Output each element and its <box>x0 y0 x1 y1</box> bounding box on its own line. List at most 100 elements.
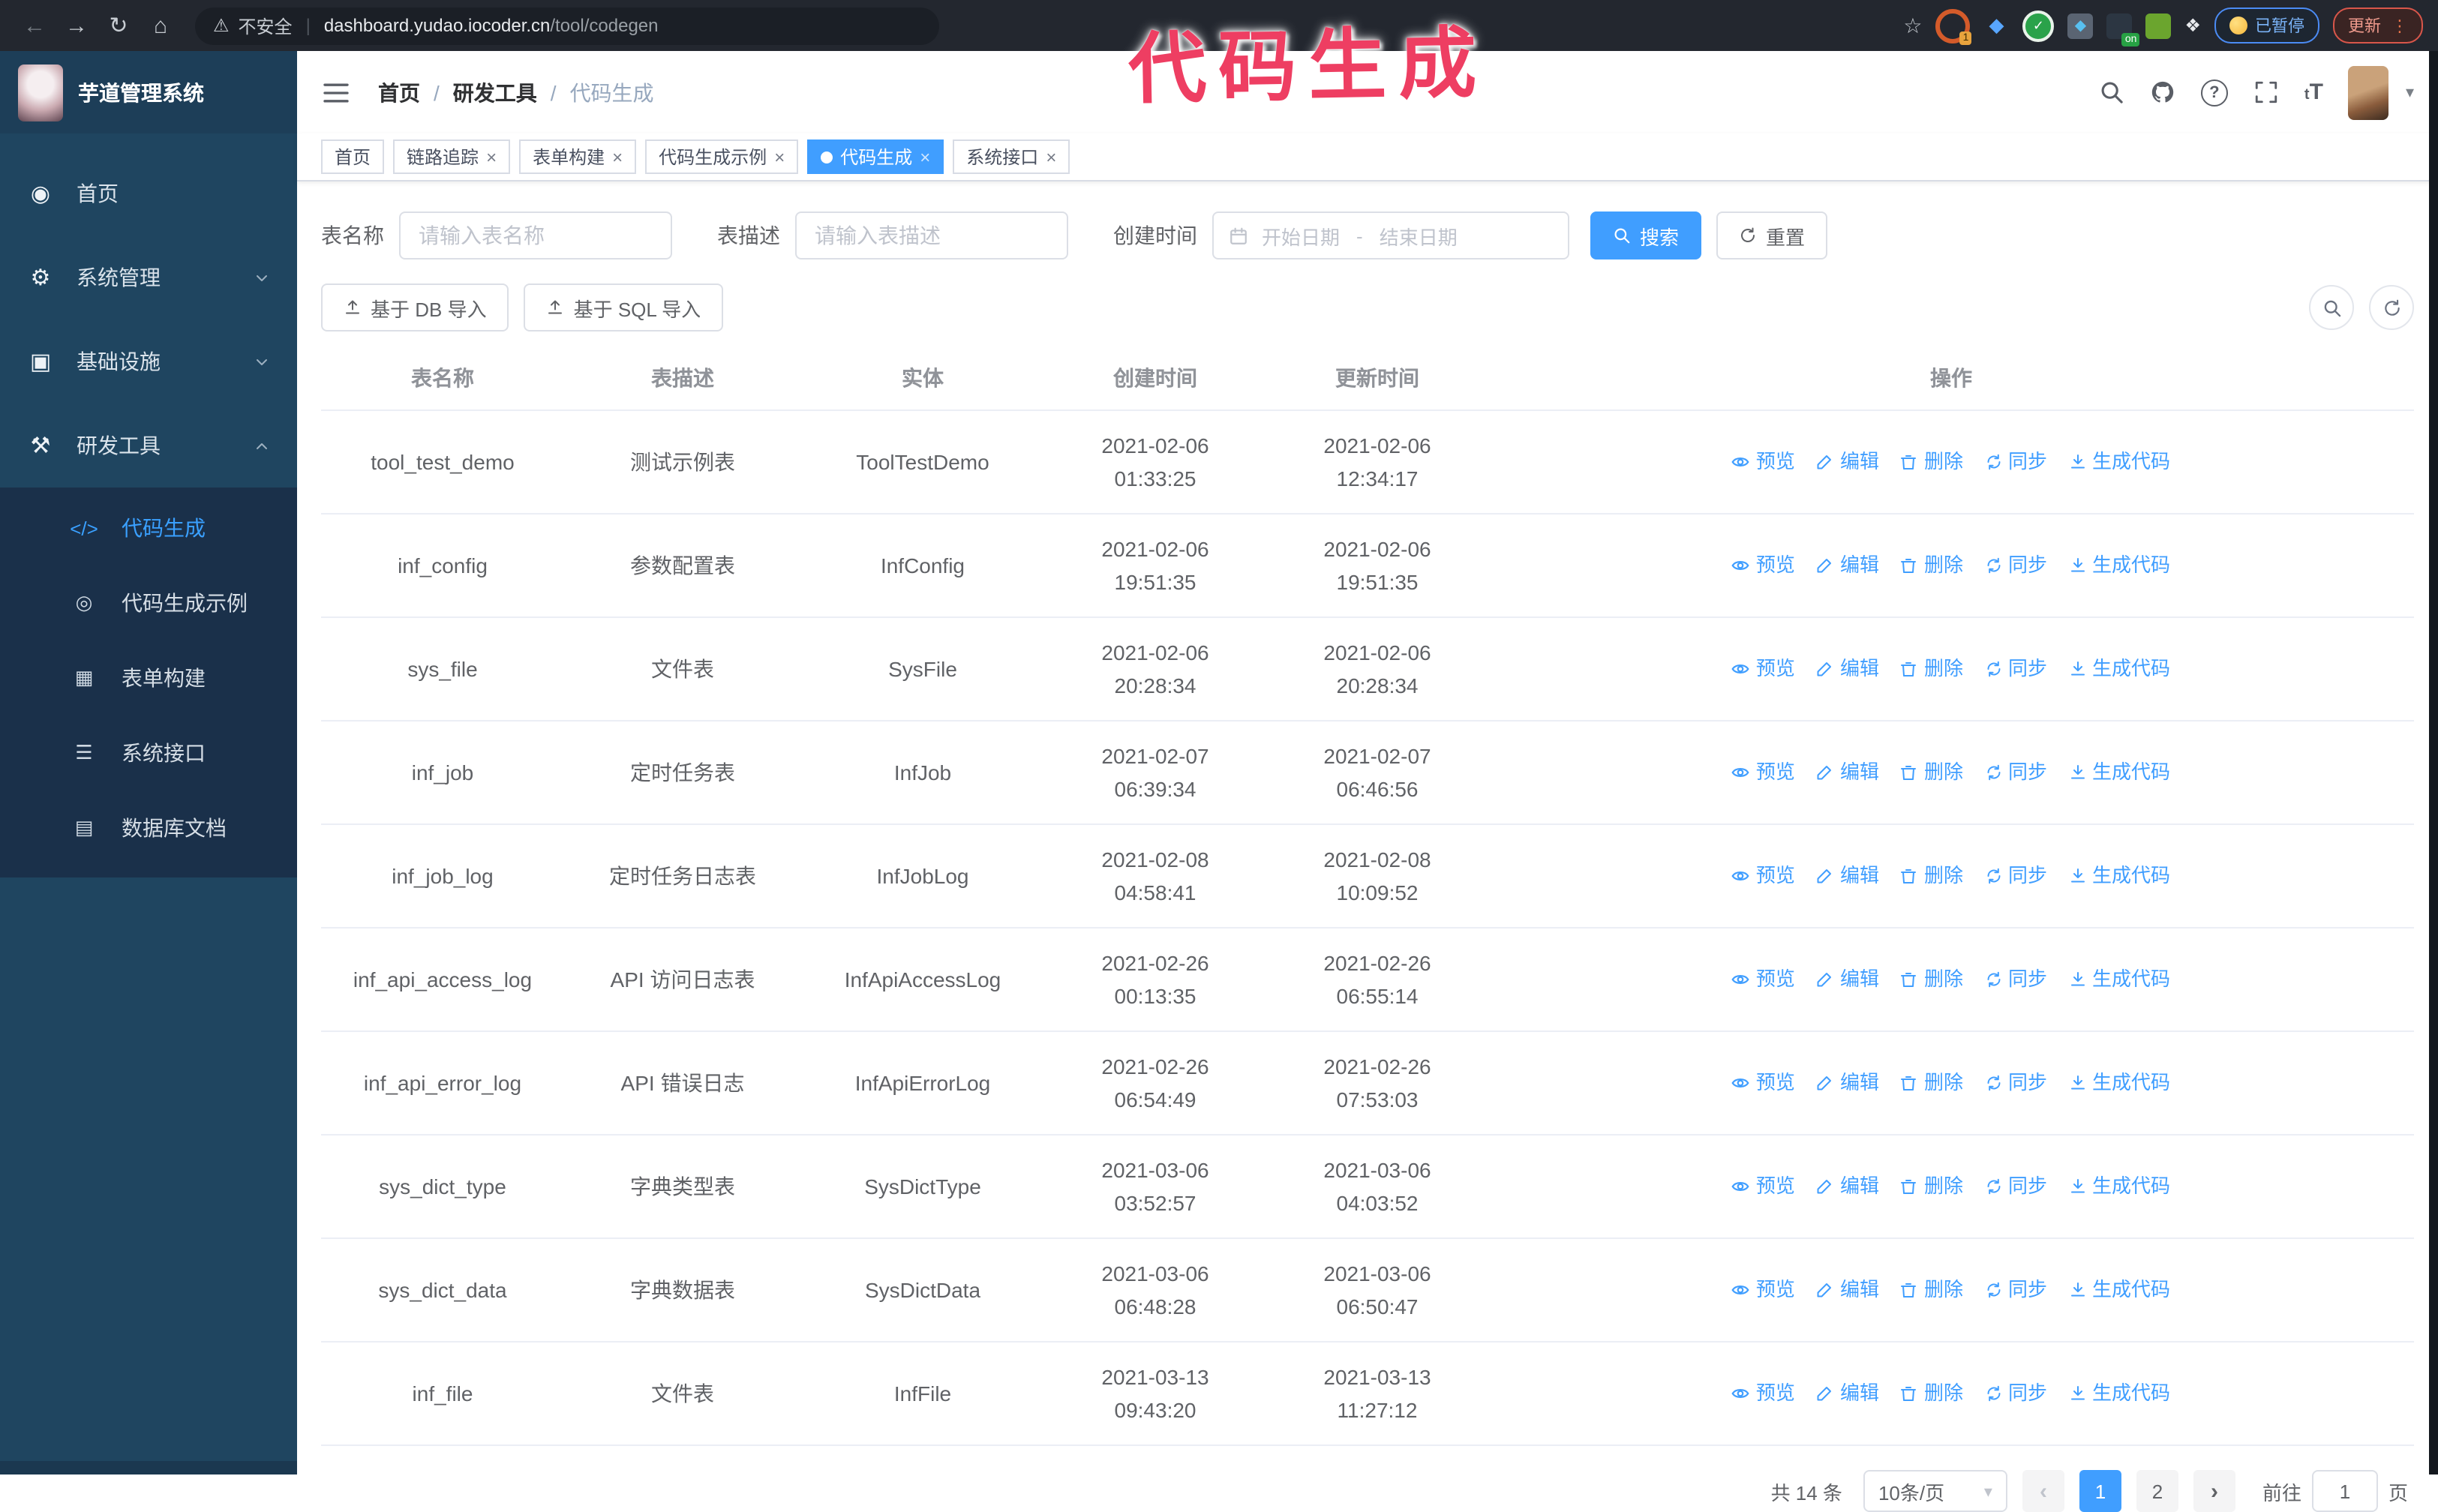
row-action-preview[interactable]: 预览 <box>1732 652 1795 686</box>
sidebar-submenu-item[interactable]: ◎ 代码生成示例 <box>0 566 297 640</box>
row-action-generate-code[interactable]: 生成代码 <box>2068 963 2170 996</box>
row-action-sync[interactable]: 同步 <box>1984 549 2047 582</box>
user-avatar[interactable] <box>2348 65 2389 119</box>
row-action-sync[interactable]: 同步 <box>1984 652 2047 686</box>
row-action-preview[interactable]: 预览 <box>1732 1170 1795 1203</box>
bookmark-star-icon[interactable]: ☆ <box>1903 13 1922 38</box>
row-action-edit[interactable]: 编辑 <box>1816 652 1879 686</box>
table-name-input[interactable] <box>399 212 672 260</box>
tag-view-item[interactable]: 链路追踪 × <box>393 140 511 174</box>
row-action-preview[interactable]: 预览 <box>1732 1274 1795 1306</box>
extension-dark-icon[interactable]: on <box>2106 13 2140 46</box>
import-sql-button[interactable]: 基于 SQL 导入 <box>524 284 724 332</box>
table-desc-input[interactable] <box>795 212 1068 260</box>
avatar-caret-down-icon[interactable]: ▾ <box>2406 82 2414 102</box>
row-action-generate-code[interactable]: 生成代码 <box>2068 1274 2170 1306</box>
row-action-delete[interactable]: 删除 <box>1900 756 1963 789</box>
sidebar-menu-item[interactable]: ▣ 基础设施 <box>0 320 297 404</box>
sidebar-menu-item[interactable]: ⚒ 研发工具 <box>0 404 297 488</box>
row-action-edit[interactable]: 编辑 <box>1816 756 1879 789</box>
row-action-delete[interactable]: 删除 <box>1900 1274 1963 1306</box>
github-icon[interactable] <box>2150 80 2175 105</box>
close-icon[interactable]: × <box>612 148 623 166</box>
row-action-sync[interactable]: 同步 <box>1984 446 2047 478</box>
logo-bar[interactable]: 芋道管理系统 <box>0 51 297 134</box>
row-action-sync[interactable]: 同步 <box>1984 1066 2047 1100</box>
address-bar[interactable]: ⚠ 不安全 | dashboard.yudao.iocoder.cn/tool/… <box>195 7 939 44</box>
refresh-table-button[interactable] <box>2369 285 2414 330</box>
goto-page-input[interactable] <box>2311 1470 2378 1512</box>
browser-scrollbar[interactable] <box>2429 51 2438 1474</box>
row-action-sync[interactable]: 同步 <box>1984 756 2047 789</box>
row-action-delete[interactable]: 删除 <box>1900 446 1963 478</box>
row-action-preview[interactable]: 预览 <box>1732 446 1795 478</box>
browser-forward-button[interactable]: → <box>57 6 96 45</box>
row-action-delete[interactable]: 删除 <box>1900 652 1963 686</box>
page-number-button[interactable]: 1 <box>2079 1470 2121 1512</box>
row-action-preview[interactable]: 预览 <box>1732 756 1795 789</box>
sidebar-submenu-item[interactable]: ▤ 数据库文档 <box>0 790 297 866</box>
sidebar-submenu-item[interactable]: ▦ 表单构建 <box>0 640 297 716</box>
row-action-delete[interactable]: 删除 <box>1900 963 1963 996</box>
kebab-menu-icon[interactable]: ⋮ <box>2391 16 2408 35</box>
tag-view-item[interactable]: 表单构建 × <box>519 140 637 174</box>
help-icon[interactable]: ? <box>2200 79 2228 106</box>
row-action-sync[interactable]: 同步 <box>1984 963 2047 996</box>
extension-gem-icon[interactable]: ◆ <box>1983 13 2009 38</box>
tag-view-item[interactable]: 代码生成示例 × <box>645 140 799 174</box>
close-icon[interactable]: × <box>920 148 930 166</box>
tag-view-item[interactable]: 系统接口 × <box>953 140 1070 174</box>
sidebar-submenu-item[interactable]: ☰ 系统接口 <box>0 716 297 790</box>
row-action-preview[interactable]: 预览 <box>1732 860 1795 892</box>
row-action-sync[interactable]: 同步 <box>1984 860 2047 892</box>
row-action-generate-code[interactable]: 生成代码 <box>2068 652 2170 686</box>
sidebar-collapse-bar[interactable] <box>0 1461 297 1474</box>
row-action-generate-code[interactable]: 生成代码 <box>2068 446 2170 478</box>
reset-button[interactable]: 重置 <box>1716 212 1828 260</box>
row-action-preview[interactable]: 预览 <box>1732 549 1795 582</box>
browser-back-button[interactable]: ← <box>15 6 54 45</box>
row-action-generate-code[interactable]: 生成代码 <box>2068 549 2170 582</box>
browser-home-button[interactable]: ⌂ <box>141 6 180 45</box>
browser-reload-button[interactable]: ↻ <box>99 6 138 45</box>
tag-view-item[interactable]: 首页 <box>321 140 385 174</box>
extensions-puzzle-icon[interactable]: ❖ <box>2184 15 2201 36</box>
row-action-edit[interactable]: 编辑 <box>1816 549 1879 582</box>
row-action-edit[interactable]: 编辑 <box>1816 860 1879 892</box>
close-icon[interactable]: × <box>1046 148 1056 166</box>
tag-view-item[interactable]: 代码生成 × <box>807 140 944 174</box>
extension-check-icon[interactable]: ✓ <box>2022 10 2055 41</box>
breadcrumb-item[interactable]: 首页 <box>378 80 420 104</box>
page-number-button[interactable]: 2 <box>2136 1470 2178 1512</box>
row-action-delete[interactable]: 删除 <box>1900 860 1963 892</box>
row-action-generate-code[interactable]: 生成代码 <box>2068 756 2170 789</box>
row-action-generate-code[interactable]: 生成代码 <box>2068 1170 2170 1203</box>
close-icon[interactable]: × <box>486 148 497 166</box>
font-size-icon[interactable]: tT <box>2304 80 2323 105</box>
row-action-delete[interactable]: 删除 <box>1900 1066 1963 1100</box>
row-action-preview[interactable]: 预览 <box>1732 1066 1795 1100</box>
sidebar-menu-item[interactable]: ◉ 首页 <box>0 152 297 236</box>
row-action-edit[interactable]: 编辑 <box>1816 1274 1879 1306</box>
hamburger-icon[interactable] <box>321 77 351 107</box>
sidebar-menu-item[interactable]: ⚙ 系统管理 <box>0 236 297 320</box>
date-range-picker[interactable]: 开始日期 - 结束日期 <box>1212 212 1569 260</box>
breadcrumb-item[interactable]: 研发工具 <box>453 80 537 104</box>
update-button[interactable]: 更新 ⋮ <box>2333 8 2423 44</box>
extension-orange-icon[interactable]: 1 <box>1935 8 1972 44</box>
row-action-generate-code[interactable]: 生成代码 <box>2068 1066 2170 1100</box>
row-action-generate-code[interactable]: 生成代码 <box>2068 860 2170 892</box>
row-action-edit[interactable]: 编辑 <box>1816 1066 1879 1100</box>
breadcrumb-item[interactable]: 代码生成 <box>570 80 654 104</box>
extension-grid-icon[interactable]: ◆ <box>2067 13 2094 38</box>
paused-chip[interactable]: 已暂停 <box>2214 8 2319 44</box>
row-action-preview[interactable]: 预览 <box>1732 963 1795 996</box>
row-action-edit[interactable]: 编辑 <box>1816 1377 1879 1410</box>
extension-monkey-icon[interactable] <box>2145 13 2172 38</box>
next-page-button[interactable]: › <box>2193 1470 2235 1512</box>
row-action-delete[interactable]: 删除 <box>1900 549 1963 582</box>
row-action-preview[interactable]: 预览 <box>1732 1377 1795 1410</box>
page-size-select[interactable]: 10条/页 ▾ <box>1863 1470 2007 1512</box>
row-action-sync[interactable]: 同步 <box>1984 1274 2047 1306</box>
row-action-sync[interactable]: 同步 <box>1984 1377 2047 1410</box>
